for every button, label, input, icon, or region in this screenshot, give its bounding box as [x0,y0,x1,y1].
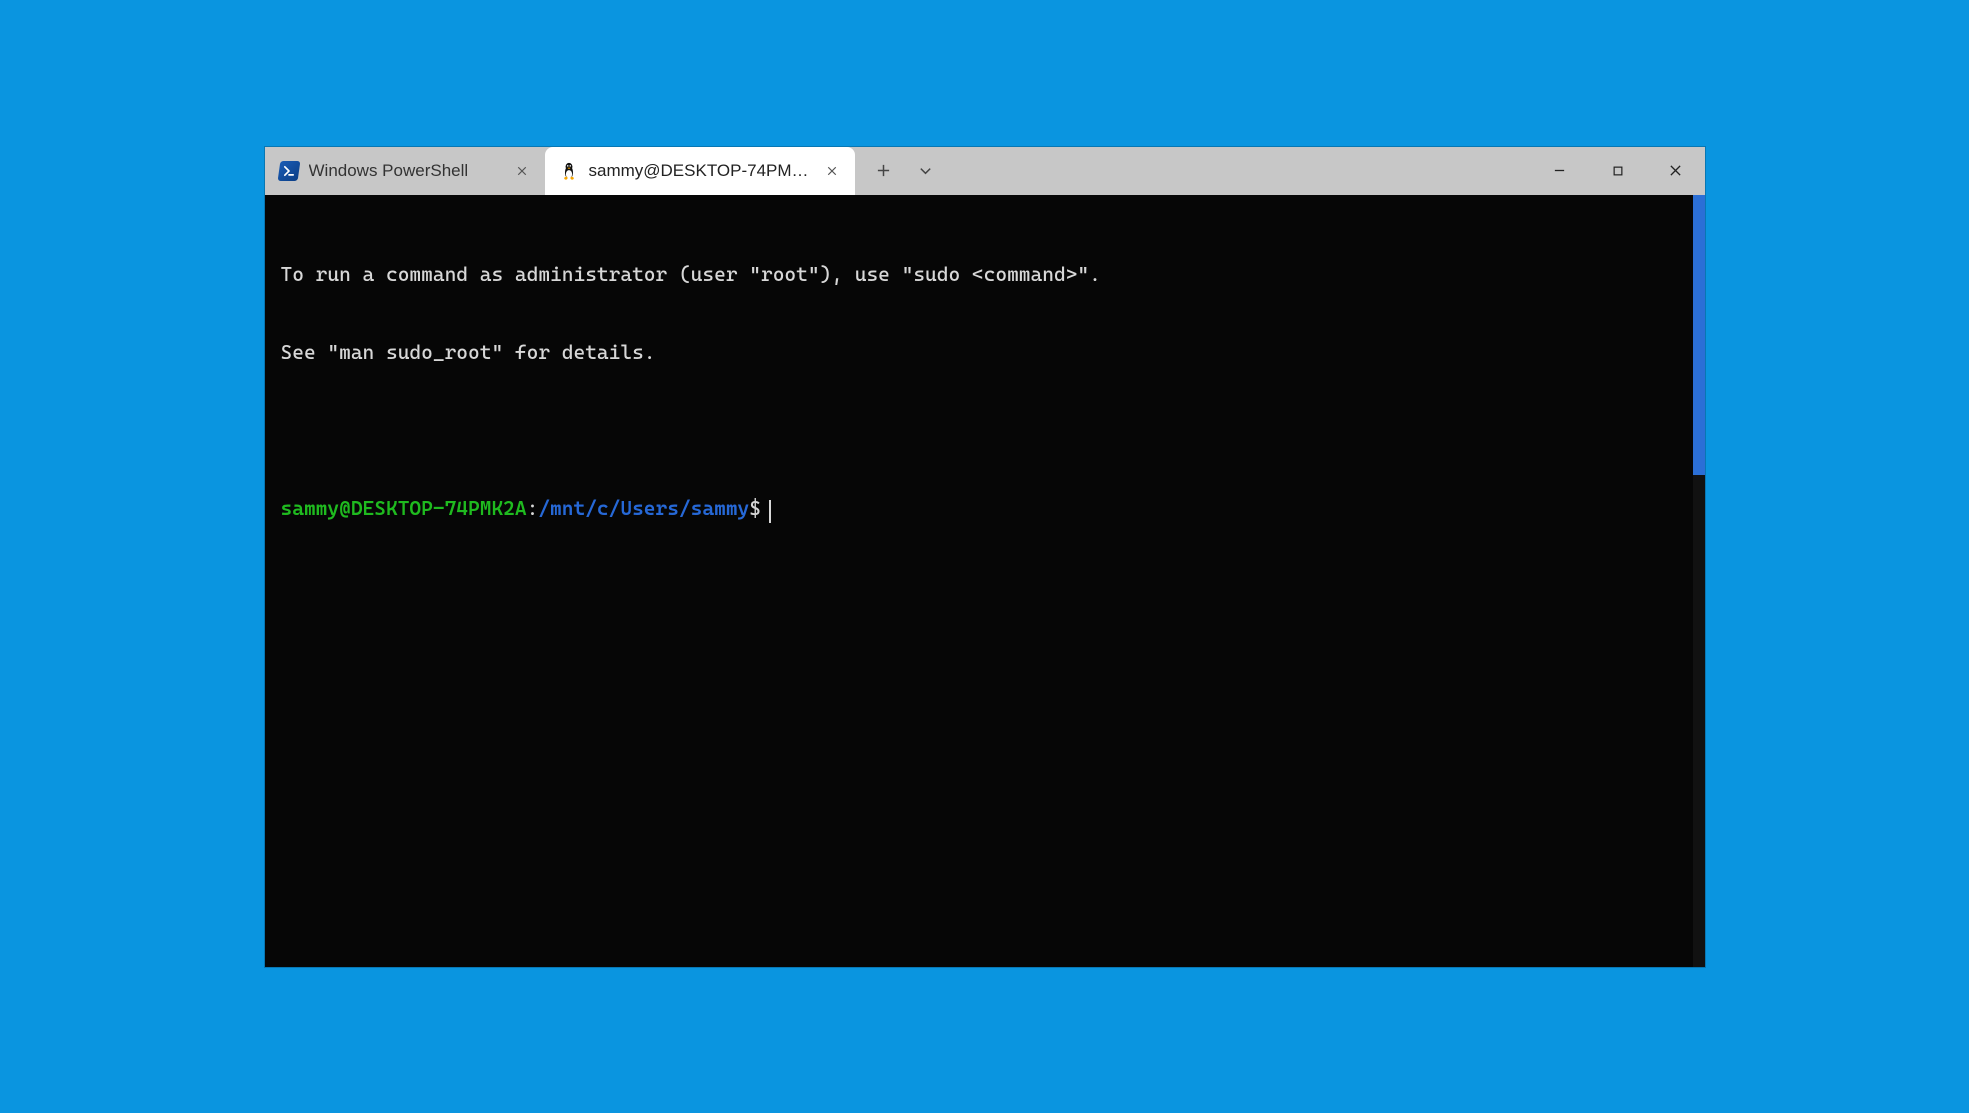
tab-actions [855,147,947,195]
chevron-down-icon [918,163,933,178]
new-tab-button[interactable] [863,147,905,195]
terminal-window: Windows PowerShell [265,147,1705,967]
prompt-symbol: $ [749,496,761,520]
window-controls [1531,147,1705,195]
close-window-button[interactable] [1647,147,1705,195]
terminal-viewport[interactable]: To run a command as administrator (user … [265,195,1705,967]
titlebar[interactable]: Windows PowerShell [265,147,1705,195]
scrollbar-thumb[interactable] [1693,195,1705,475]
close-icon [826,165,838,177]
tab-wsl[interactable]: sammy@DESKTOP-74PMK2A: / [545,147,855,195]
maximize-icon [1612,165,1624,177]
minimize-icon [1553,164,1566,177]
tab-close-button[interactable] [821,160,843,182]
prompt-line: sammy@DESKTOP-74PMK2A:/mnt/c/Users/sammy… [281,495,1689,521]
tab-label: Windows PowerShell [309,161,501,181]
titlebar-drag-region[interactable] [947,147,1531,195]
maximize-button[interactable] [1589,147,1647,195]
plus-icon [876,163,891,178]
motd-line-1: To run a command as administrator (user … [281,261,1689,287]
prompt-user-host: sammy@DESKTOP-74PMK2A [281,496,527,520]
terminal-cursor [769,500,772,523]
prompt-path: /mnt/c/Users/sammy [538,496,749,520]
tab-dropdown-button[interactable] [905,147,947,195]
close-icon [1669,164,1682,177]
terminal-scrollbar[interactable] [1693,195,1705,967]
tab-powershell[interactable]: Windows PowerShell [265,147,545,195]
close-icon [516,165,528,177]
tab-label: sammy@DESKTOP-74PMK2A: / [589,161,811,181]
minimize-button[interactable] [1531,147,1589,195]
powershell-icon [279,161,299,181]
prompt-separator: : [527,496,539,520]
tux-icon [559,161,579,181]
tab-strip: Windows PowerShell [265,147,855,195]
tab-close-button[interactable] [511,160,533,182]
motd-line-2: See "man sudo_root" for details. [281,339,1689,365]
